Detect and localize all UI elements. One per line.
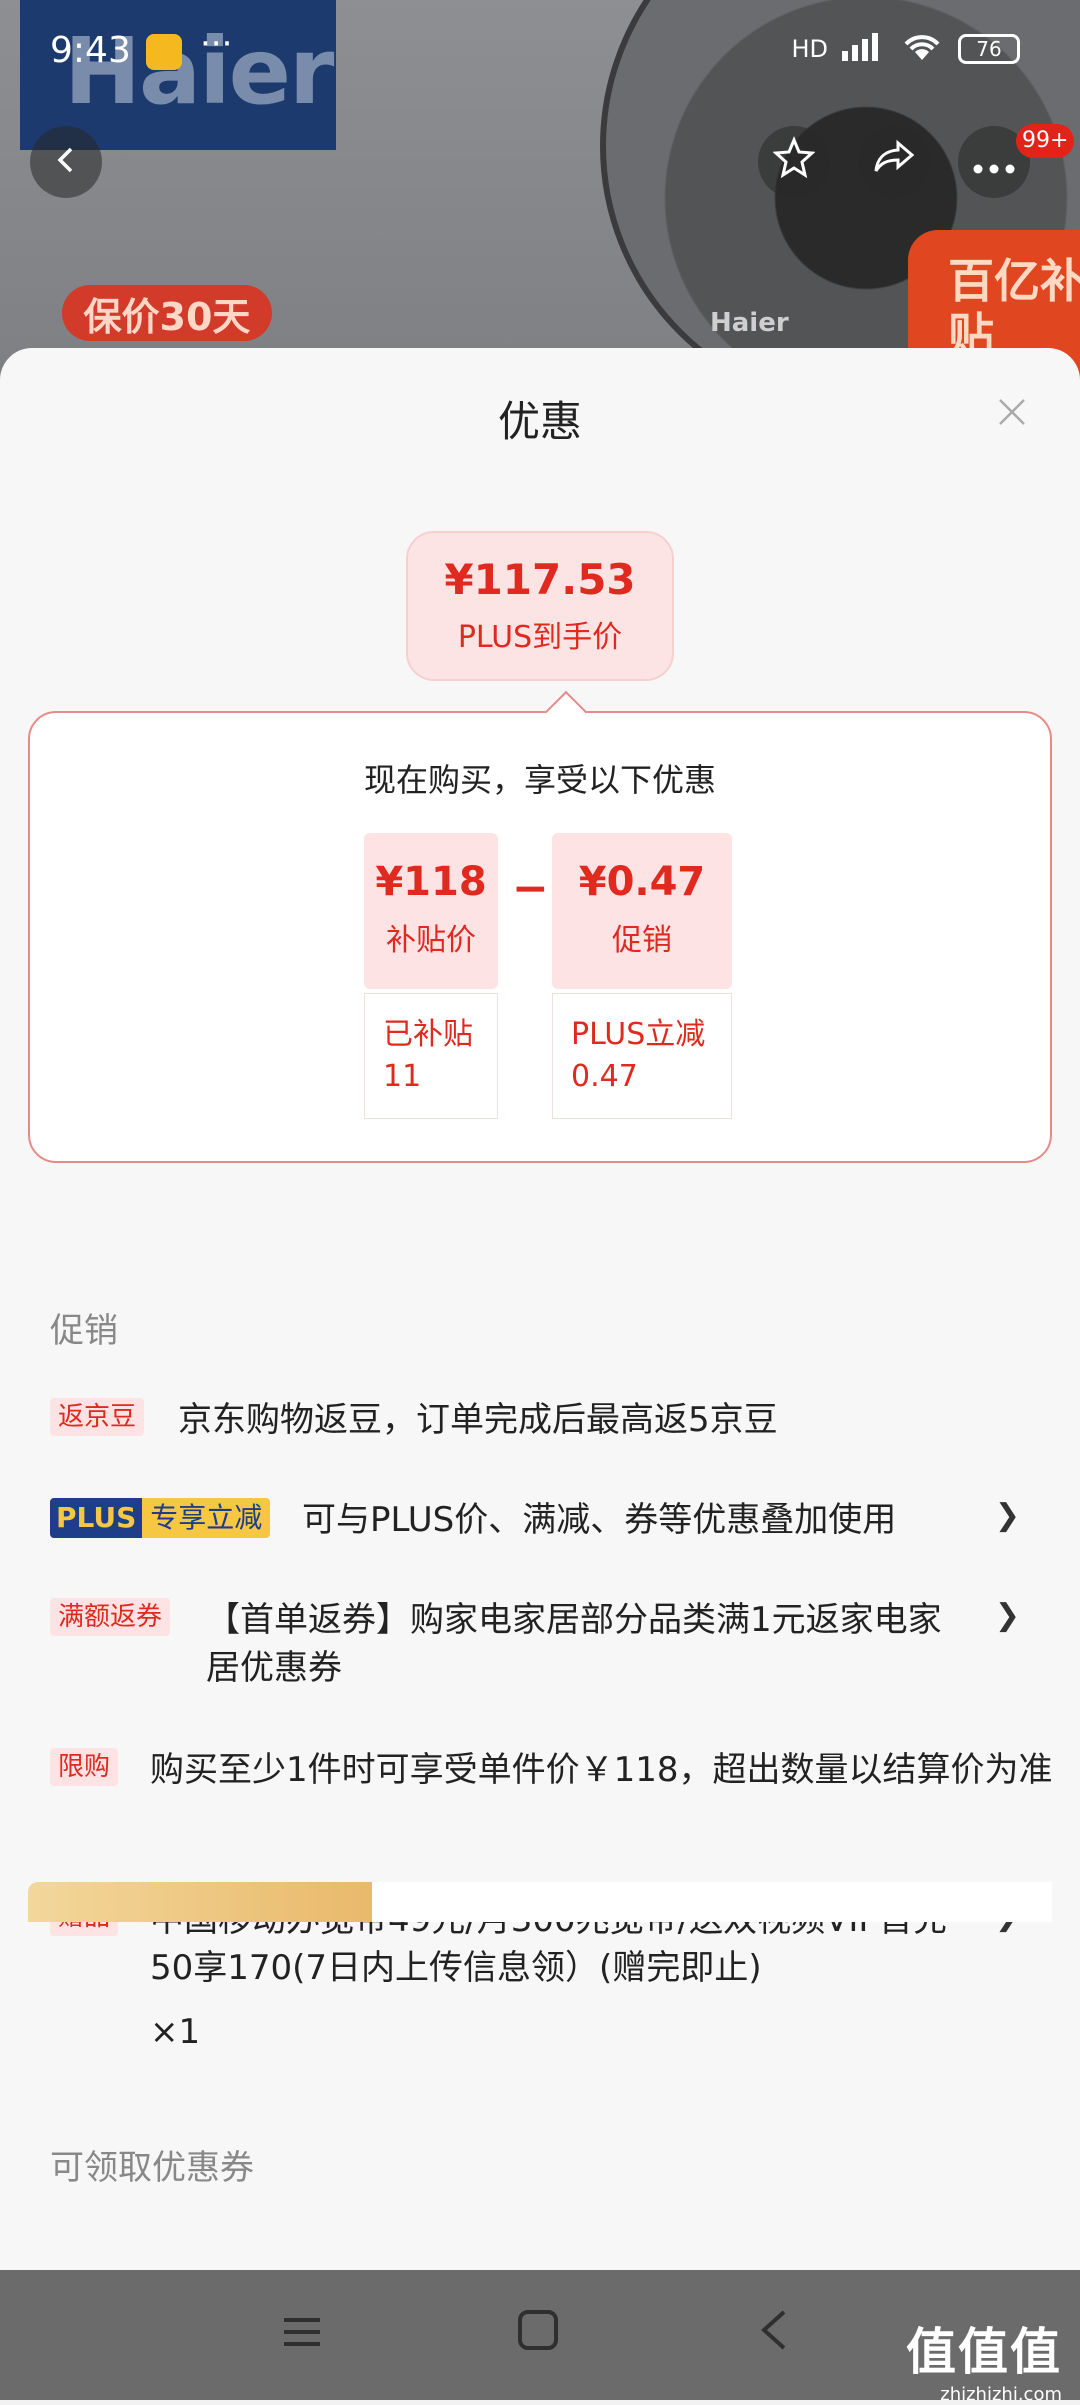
final-price-card: ¥117.53 PLUS到手价 (406, 531, 674, 681)
chevron-right-icon: ❯ (994, 1598, 1020, 1633)
status-time: 9:43 (50, 30, 131, 71)
subsidy-price-label: 补贴价 (386, 923, 476, 958)
coupon-section-label: 可领取优惠券 (50, 2148, 254, 2188)
hd-label: HD (791, 35, 828, 63)
subsidy-price: ¥118 (375, 859, 487, 905)
menu-nav-button[interactable] (272, 2306, 332, 2366)
offers-sheet: 优惠 ¥117.53 PLUS到手价 现在购买，享受以下优惠 ¥118 补贴价 … (0, 348, 1080, 2270)
promotion-price: ¥0.47 (578, 859, 706, 905)
promo-row-plus[interactable]: PLUS 专享立减 可与PLUS价、满减、券等优惠叠加使用 ❯ (50, 1498, 1030, 1548)
promotion-chip: ¥0.47 促销 (552, 833, 732, 989)
star-icon (772, 136, 816, 188)
back-nav-button[interactable] (744, 2306, 804, 2366)
status-indicators: HD 76 (791, 30, 1020, 68)
coupon-card[interactable] (28, 1882, 372, 1922)
menu-icon (280, 2308, 324, 2364)
plus-tag-sub: 专享立减 (142, 1498, 271, 1538)
price-protect-badge: 保价30天 (62, 285, 272, 341)
promo-tag: 返京豆 (50, 1398, 145, 1436)
coupon-card-body[interactable] (372, 1882, 1052, 1922)
subsidy-price-chip: ¥118 补贴价 (364, 833, 498, 989)
favorite-button[interactable] (758, 126, 830, 198)
chevron-left-icon (51, 139, 81, 185)
gift-quantity: ×1 (150, 2012, 201, 2052)
price-breakdown-panel: 现在购买，享受以下优惠 ¥118 补贴价 已补贴 11 − ¥0.47 促销 P… (28, 690, 1052, 1163)
fan-brand-label: Haier (710, 308, 789, 338)
breakdown-pointer (544, 690, 588, 734)
promo-tag: 限购 (50, 1748, 119, 1786)
watermark-url: zhizhizhi.com (940, 2384, 1062, 2405)
home-square-icon (516, 2308, 560, 2364)
promo-row-jingdou: 返京豆 京东购物返豆，订单完成后最高返5京豆 (50, 1398, 1030, 1448)
close-button[interactable] (992, 392, 1032, 432)
watermark-logo: 值值值 (906, 2323, 1062, 2381)
promotion-label: 促销 (612, 923, 672, 958)
minus-operator: − (512, 863, 549, 914)
share-icon (872, 137, 916, 187)
notification-app-icon (146, 34, 182, 70)
home-nav-button[interactable] (508, 2306, 568, 2366)
share-button[interactable] (858, 126, 930, 198)
wifi-icon (900, 30, 944, 68)
promo-text: 购买至少1件时可享受单件价￥118，超出数量以结算价为准 (150, 1750, 1053, 1790)
plus-tag-label: PLUS (50, 1498, 143, 1538)
battery-icon: 76 (958, 34, 1020, 64)
final-price: ¥117.53 (444, 555, 636, 604)
watermark: 值值值 zhizhizhi.com (906, 2312, 1062, 2405)
final-price-label: PLUS到手价 (457, 620, 623, 655)
promo-row-coupon-return[interactable]: 满额返券 【首单返券】购家电家居部分品类满1元返家电家居优惠券 ❯ (50, 1598, 1030, 1698)
plus-tag: PLUS 专享立减 (50, 1498, 271, 1538)
chevron-right-icon: ❯ (994, 1498, 1020, 1533)
promo-text: 京东购物返豆，订单完成后最高返5京豆 (178, 1400, 778, 1440)
sheet-title: 优惠 (497, 397, 582, 446)
promo-row-limit: 限购 购买至少1件时可享受单件价￥118，超出数量以结算价为准 (50, 1748, 1053, 1848)
promo-tag: 满额返券 (50, 1598, 171, 1636)
close-icon (996, 384, 1028, 440)
status-more-dots: ··· (200, 24, 233, 64)
promo-text: 【首单返券】购家电家居部分品类满1元返家电家居优惠券 (206, 1600, 942, 1688)
message-count-badge: 99+ (1016, 124, 1075, 158)
signal-icon (842, 31, 886, 67)
back-button[interactable] (30, 126, 102, 198)
back-triangle-icon (754, 2308, 794, 2364)
promotion-note: PLUS立减 0.47 (552, 993, 732, 1119)
promo-row-gift[interactable]: 赠品 中国移动办宽带49元/月300兆宽带/送双视频VIP首充50享170(7日… (50, 1898, 1030, 2078)
promo-section-label: 促销 (50, 1311, 118, 1351)
breakdown-title: 现在购买，享受以下优惠 (363, 761, 716, 799)
subsidy-note: 已补贴 11 (364, 993, 498, 1119)
more-dots-icon (972, 139, 1016, 185)
promo-text: 可与PLUS价、满减、券等优惠叠加使用 (302, 1500, 897, 1540)
